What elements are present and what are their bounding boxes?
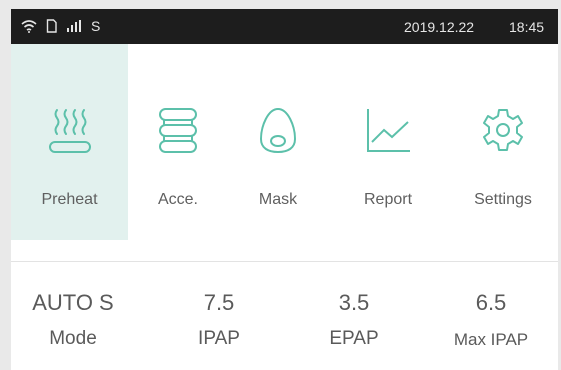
param-ipap-label: IPAP [198,328,240,349]
mask-icon [259,107,297,154]
param-epap-value: 3.5 [338,290,370,315]
menu-label-accessories: Acce. [157,191,198,208]
menu-item-accessories[interactable]: Acce. [128,44,228,240]
param-epap-label: EPAP [329,328,379,349]
menu-label-mask: Mask [258,191,298,208]
param-mode-label: Mode [49,328,97,349]
status-time: 18:45 [509,19,545,35]
menu-item-preheat[interactable]: Preheat [11,44,128,240]
param-max-ipap-label: Max IPAP [453,330,529,349]
menu-item-mask[interactable]: Mask [228,44,328,240]
accessory-icon [159,108,197,153]
status-date: 2019.12.22 [404,19,475,35]
param-max-ipap-value: 6.5 [475,290,507,315]
menu-label-report: Report [363,191,413,208]
wifi-icon [21,20,37,33]
therapy-parameters: AUTO S Mode 7.5 IPAP 3.5 EPAP 6.5 Max IP… [11,262,558,370]
gear-icon [483,109,523,151]
param-ipap-value: 7.5 [203,290,235,315]
menu-label-preheat: Preheat [41,191,98,208]
signal-bars-icon [67,20,81,32]
signal-letter: S [91,18,101,34]
menu-item-settings[interactable]: Settings [448,44,558,240]
heating-icon [48,109,91,153]
device-screen: S 2019.12.22 18:45 Preheat Acce. Mask Re… [11,9,558,370]
report-chart-icon [367,109,410,152]
main-menu: Preheat Acce. Mask Report Settings [11,44,558,240]
status-icons: S [21,17,109,35]
status-bar: S 2019.12.22 18:45 [11,9,558,44]
menu-label-settings: Settings [474,191,532,208]
sd-card-icon [46,19,57,33]
param-mode-value: AUTO S [32,290,114,315]
menu-item-report[interactable]: Report [328,44,448,240]
